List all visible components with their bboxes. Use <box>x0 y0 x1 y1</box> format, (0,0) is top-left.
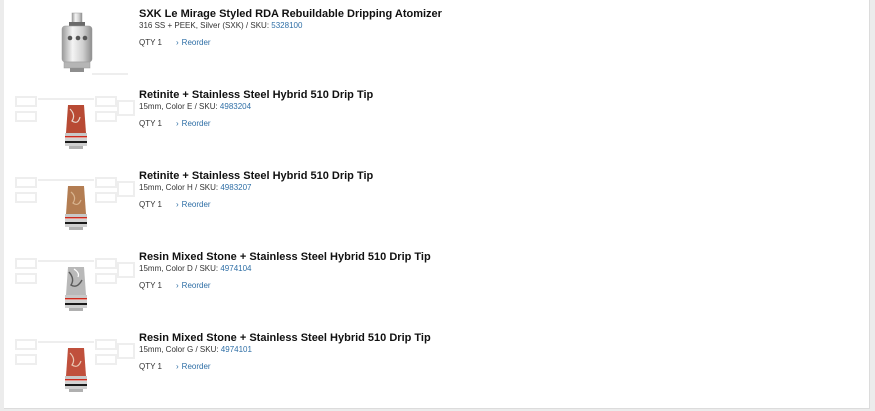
reorder-label: Reorder <box>181 119 211 128</box>
order-item: Retinite + Stainless Steel Hybrid 510 Dr… <box>4 162 869 243</box>
product-title[interactable]: SXK Le Mirage Styled RDA Rebuildable Dri… <box>139 8 442 20</box>
quantity: QTY 1 <box>139 38 162 47</box>
product-variant: 316 SS + PEEK, Silver (SXK) / SKU: <box>139 21 272 30</box>
qty-value: 1 <box>157 362 162 371</box>
chevron-right-icon: › <box>176 200 179 209</box>
drip-tip-icon <box>15 177 135 230</box>
reorder-label: Reorder <box>181 200 211 209</box>
qty-value: 1 <box>157 200 162 209</box>
product-details: 15mm, Color H / SKU: 4983207 <box>139 183 252 192</box>
order-item: SXK Le Mirage Styled RDA Rebuildable Dri… <box>4 0 869 81</box>
chevron-right-icon: › <box>176 281 179 290</box>
product-image[interactable] <box>14 324 139 405</box>
sku-link[interactable]: 4974104 <box>220 264 251 273</box>
qty-label: QTY <box>139 362 156 371</box>
product-variant: 15mm, Color E / SKU: <box>139 102 220 111</box>
quantity: QTY 1 <box>139 200 162 209</box>
product-variant: 15mm, Color G / SKU: <box>139 345 221 354</box>
order-item: Resin Mixed Stone + Stainless Steel Hybr… <box>4 243 869 324</box>
order-item: Retinite + Stainless Steel Hybrid 510 Dr… <box>4 81 869 162</box>
reorder-link[interactable]: › Reorder <box>176 38 211 47</box>
product-details: 15mm, Color E / SKU: 4983204 <box>139 102 251 111</box>
product-title[interactable]: Resin Mixed Stone + Stainless Steel Hybr… <box>139 332 431 344</box>
reorder-link[interactable]: › Reorder <box>176 281 211 290</box>
sku-link[interactable]: 5328100 <box>271 21 302 30</box>
qty-label: QTY <box>139 281 156 290</box>
sku-link[interactable]: 4983207 <box>220 183 251 192</box>
sku-link[interactable]: 4983204 <box>220 102 251 111</box>
qty-value: 1 <box>157 38 162 47</box>
drip-tip-icon <box>15 258 135 311</box>
reorder-link[interactable]: › Reorder <box>176 362 211 371</box>
qty-value: 1 <box>157 281 162 290</box>
reorder-label: Reorder <box>181 362 211 371</box>
quantity: QTY 1 <box>139 362 162 371</box>
qty-label: QTY <box>139 38 156 47</box>
product-title[interactable]: Retinite + Stainless Steel Hybrid 510 Dr… <box>139 170 373 182</box>
order-items-panel: SXK Le Mirage Styled RDA Rebuildable Dri… <box>4 0 870 409</box>
reorder-label: Reorder <box>181 38 211 47</box>
product-variant: 15mm, Color H / SKU: <box>139 183 221 192</box>
reorder-link[interactable]: › Reorder <box>176 200 211 209</box>
product-image[interactable] <box>14 0 139 81</box>
reorder-link[interactable]: › Reorder <box>176 119 211 128</box>
drip-tip-icon <box>15 96 135 149</box>
product-title[interactable]: Resin Mixed Stone + Stainless Steel Hybr… <box>139 251 431 263</box>
product-image[interactable] <box>14 81 139 162</box>
quantity: QTY 1 <box>139 281 162 290</box>
product-details: 15mm, Color D / SKU: 4974104 <box>139 264 252 273</box>
sku-link[interactable]: 4974101 <box>221 345 252 354</box>
qty-value: 1 <box>157 119 162 128</box>
chevron-right-icon: › <box>176 119 179 128</box>
product-image[interactable] <box>14 243 139 324</box>
product-variant: 15mm, Color D / SKU: <box>139 264 221 273</box>
order-item: Resin Mixed Stone + Stainless Steel Hybr… <box>4 324 869 405</box>
product-details: 316 SS + PEEK, Silver (SXK) / SKU: 53281… <box>139 21 302 30</box>
drip-tip-icon <box>15 339 135 392</box>
quantity: QTY 1 <box>139 119 162 128</box>
product-details: 15mm, Color G / SKU: 4974101 <box>139 345 252 354</box>
chevron-right-icon: › <box>176 362 179 371</box>
rda-atomizer-icon <box>61 12 128 75</box>
product-image[interactable] <box>14 162 139 243</box>
reorder-label: Reorder <box>181 281 211 290</box>
qty-label: QTY <box>139 200 156 209</box>
qty-label: QTY <box>139 119 156 128</box>
chevron-right-icon: › <box>176 38 179 47</box>
product-title[interactable]: Retinite + Stainless Steel Hybrid 510 Dr… <box>139 89 373 101</box>
